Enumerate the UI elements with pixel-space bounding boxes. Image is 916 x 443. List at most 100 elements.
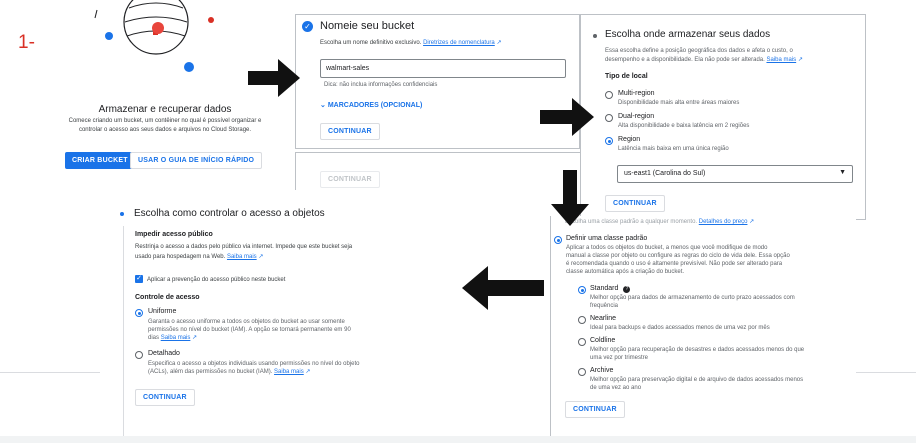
quickstart-guide-button[interactable]: USAR O GUIA DE INÍCIO RÁPIDO (130, 152, 263, 169)
bucket-name-value: walmart-sales (326, 65, 370, 72)
step-number-label: 1- (18, 32, 35, 53)
public-access-desc-2: usado para hospedagem na Web. (135, 254, 226, 260)
default-class-radio[interactable] (554, 236, 562, 244)
name-continue-button[interactable]: CONTINUAR (320, 123, 380, 140)
coldline-label: Coldline (590, 337, 616, 344)
divider-line (123, 226, 124, 436)
arrow-left-icon (462, 266, 544, 310)
location-desc-2: desempenho e a disponibilidade. Ela não … (605, 57, 765, 63)
access-control-panel: Escolha como controlar o acesso a objeto… (118, 196, 376, 436)
access-control-section-label: Controle de acesso (135, 294, 200, 301)
uniform-radio[interactable] (135, 309, 143, 317)
location-title: Escolha onde armazenar seus dados (605, 29, 771, 40)
labels-toggle[interactable]: ⌄ MARCADORES (OPCIONAL) (320, 101, 422, 109)
dual-region-desc: Alta disponibilidade e baixa latência em… (618, 123, 750, 129)
uniform-desc-2: permissões no nível do bucket (IAM). A o… (148, 327, 351, 333)
uniform-desc-3: dias (148, 335, 160, 341)
access-control-continue-button[interactable]: CONTINUAR (135, 389, 195, 406)
storage-class-panel: Escolha uma classe padrão a qualquer mom… (550, 216, 856, 443)
external-link-icon: ↗ (258, 254, 264, 260)
fine-grained-desc-1: Especifica o acesso a objetos individuai… (148, 361, 360, 367)
multi-region-desc: Disponibilidade mais alta entre áreas ma… (618, 100, 740, 106)
public-access-checkbox-label: Aplicar a prevenção do acesso público ne… (147, 277, 286, 283)
external-link-icon: ↗ (749, 219, 755, 225)
external-link-icon: ↗ (797, 57, 803, 63)
ghost-continue-button: CONTINUAR (320, 171, 380, 188)
labels-toggle-label: MARCADORES (OPCIONAL) (327, 102, 423, 109)
bucket-name-input[interactable]: walmart-sales (320, 59, 566, 78)
coldline-desc-2: uma vez por trimestre (590, 355, 649, 361)
external-link-icon: ↗ (496, 40, 502, 46)
public-access-checkbox[interactable]: ✓ (135, 275, 143, 283)
external-link-icon: ↗ (192, 335, 198, 341)
multi-region-radio[interactable] (605, 91, 613, 99)
check-circle-icon: ✓ (302, 21, 313, 32)
naming-guidelines-link[interactable]: Diretrizes de nomenclatura (423, 40, 495, 46)
dual-region-radio[interactable] (605, 114, 613, 122)
storage-class-continue-button[interactable]: CONTINUAR (565, 401, 625, 418)
empty-state-title: Armazenar e recuperar dados (98, 104, 232, 115)
coldline-desc-1: Melhor opção para recuperação de desastr… (590, 347, 805, 353)
nearline-radio[interactable] (578, 316, 586, 324)
location-type-label: Tipo de local (605, 73, 648, 80)
horizontal-divider-right (856, 372, 916, 373)
standard-label-row: Standard ? (590, 285, 631, 293)
dual-region-label: Dual-region (618, 113, 655, 120)
standard-radio[interactable] (578, 286, 586, 294)
region-select-value: us-east1 (Carolina do Sul) (624, 170, 706, 177)
bottom-band (0, 436, 916, 443)
empty-state-description-2: controlar o acesso aos seus dados e arqu… (78, 127, 252, 133)
empty-state-description-1: Comece criando um bucket, um contêiner n… (68, 118, 262, 124)
location-learn-more-link[interactable]: Saiba mais (766, 57, 796, 63)
fine-grained-desc-2-row: (ACLs), além das permissões no bucket (I… (148, 368, 310, 376)
name-bucket-panel-lower: CONTINUAR (295, 152, 580, 190)
uniform-desc-1: Garanta o acesso uniforme a todos os obj… (148, 319, 345, 325)
fine-grained-label: Detalhado (148, 350, 180, 357)
create-bucket-button[interactable]: CRIAR BUCKET (65, 152, 135, 169)
location-continue-button[interactable]: CONTINUAR (605, 195, 665, 212)
default-class-desc-1: Aplicar a todos os objetos do bucket, a … (566, 245, 768, 251)
name-bucket-subtitle-row: Escolha um nome definitivo exclusivo. Di… (320, 39, 501, 46)
archive-desc-2: de uma vez ao ano (590, 385, 642, 391)
default-class-desc-4: classe automática após a criação do buck… (566, 269, 685, 275)
fine-grained-desc-2: (ACLs), além das permissões no bucket (I… (148, 369, 273, 375)
region-radio[interactable] (605, 137, 613, 145)
default-class-desc-2: manual a classe por objeto ou configure … (566, 253, 790, 259)
nearline-label: Nearline (590, 315, 617, 322)
region-desc: Latência mais baixa em uma única região (618, 146, 729, 152)
arrow-right-1-icon (248, 59, 300, 97)
coldline-radio[interactable] (578, 338, 586, 346)
uniform-learn-more-link[interactable]: Saiba mais (161, 335, 191, 341)
prevent-public-access-label: Impedir acesso público (135, 231, 213, 238)
multi-region-label: Multi-region (618, 90, 655, 97)
region-select[interactable]: us-east1 (Carolina do Sul) ▼ (617, 165, 853, 183)
arrow-down-icon (551, 170, 589, 226)
fine-grained-learn-more-link[interactable]: Saiba mais (274, 369, 304, 375)
step-bullet (120, 212, 124, 216)
name-bucket-subtitle: Escolha um nome definitivo exclusivo. (320, 40, 422, 46)
location-desc-1: Essa escolha define a posição geográfica… (605, 48, 793, 54)
default-class-desc-3: é recomendada quando o uso é altamente p… (566, 261, 783, 267)
public-access-desc-1: Restrinja o acesso a dados pelo público … (135, 244, 353, 250)
location-desc-2-row: desempenho e a disponibilidade. Ela não … (605, 56, 803, 64)
public-access-desc-2-row: usado para hospedagem na Web. Saiba mais… (135, 253, 263, 261)
chevron-down-icon: ⌄ (320, 102, 326, 109)
nearline-desc-1: Ideal para backups e dados acessados men… (590, 325, 770, 331)
fine-grained-radio[interactable] (135, 351, 143, 359)
archive-radio[interactable] (578, 368, 586, 376)
name-bucket-title: Nomeie seu bucket (320, 20, 415, 32)
standard-label: Standard (590, 285, 619, 292)
uniform-label: Uniforme (148, 308, 177, 315)
public-access-learn-more-link[interactable]: Saiba mais (227, 254, 257, 260)
dropdown-arrow-icon: ▼ (839, 169, 846, 176)
location-panel: Escolha onde armazenar seus dados Essa e… (580, 14, 866, 220)
pricing-details-link[interactable]: Detalhes do preço (699, 219, 748, 225)
name-bucket-panel: ✓ Nomeie seu bucket Escolha um nome defi… (295, 14, 580, 149)
horizontal-divider-left (0, 372, 100, 373)
storage-class-top-row: Escolha uma classe padrão a qualquer mom… (565, 218, 754, 226)
region-label: Region (618, 136, 641, 143)
help-icon[interactable]: ? (623, 286, 631, 293)
external-link-icon: ↗ (305, 369, 311, 375)
standard-desc-1: Melhor opção para dados de armazenamento… (590, 295, 795, 301)
archive-desc-1: Melhor opção para preservação digital e … (590, 377, 804, 383)
